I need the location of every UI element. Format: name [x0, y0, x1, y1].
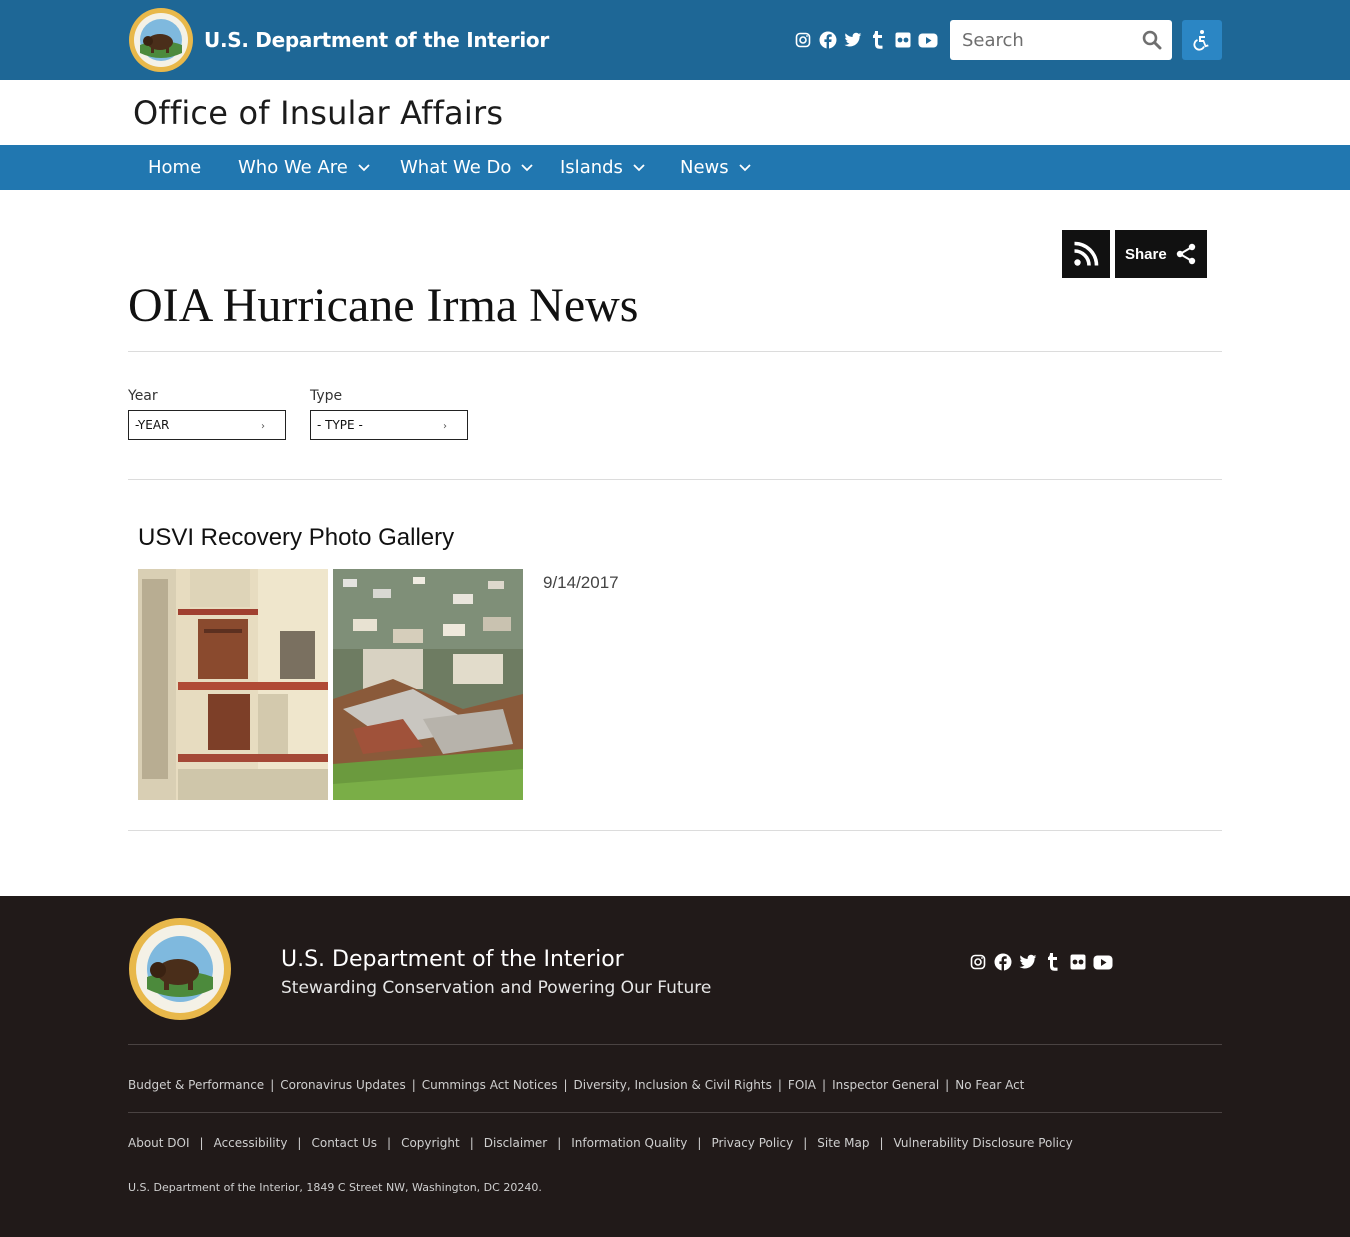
doi-seal-logo-footer[interactable] [128, 917, 232, 1021]
nav-item-who-we-are[interactable]: Who We Are [238, 145, 370, 190]
accessibility-icon [1191, 29, 1213, 51]
footer-link-site-map[interactable]: Site Map [817, 1136, 869, 1150]
footer-link-inspector-general[interactable]: Inspector General [832, 1078, 939, 1092]
footer-link-cummings-act[interactable]: Cummings Act Notices [422, 1078, 558, 1092]
instagram-icon[interactable] [967, 951, 989, 973]
separator: | [297, 1136, 302, 1150]
chevron-down-icon [633, 163, 645, 172]
news-item-title-link[interactable]: USVI Recovery Photo Gallery [138, 524, 454, 552]
nav-item-label: News [680, 157, 729, 178]
rss-button[interactable] [1062, 230, 1110, 278]
divider [128, 479, 1222, 480]
twitter-icon[interactable] [842, 29, 864, 51]
footer-links-primary: Budget & Performance | Coronavirus Updat… [128, 1078, 1024, 1092]
footer-tagline: Stewarding Conservation and Powering Our… [281, 978, 712, 998]
footer-link-information-quality[interactable]: Information Quality [571, 1136, 687, 1150]
nav-item-label: What We Do [400, 157, 512, 178]
footer-link-privacy-policy[interactable]: Privacy Policy [711, 1136, 793, 1150]
share-icon [1175, 243, 1197, 265]
footer-address: U.S. Department of the Interior, 1849 C … [128, 1181, 542, 1194]
separator: | [879, 1136, 884, 1150]
search-icon[interactable] [1140, 28, 1164, 52]
flickr-icon[interactable] [1067, 951, 1089, 973]
doi-seal-logo[interactable] [128, 7, 194, 73]
separator: | [469, 1136, 474, 1150]
youtube-icon[interactable] [917, 29, 939, 51]
footer-agency-name[interactable]: U.S. Department of the Interior [281, 947, 624, 972]
flickr-icon[interactable] [892, 29, 914, 51]
footer-link-vulnerability-disclosure[interactable]: Vulnerability Disclosure Policy [894, 1136, 1073, 1150]
facebook-icon[interactable] [992, 951, 1014, 973]
top-header-bar: U.S. Department of the Interior [0, 0, 1350, 80]
type-filter-label: Type [310, 388, 343, 404]
news-photo-hillside-debris[interactable] [333, 569, 523, 800]
footer-link-disclaimer[interactable]: Disclaimer [484, 1136, 547, 1150]
footer-divider [128, 1112, 1222, 1113]
type-select[interactable]: - TYPE - › [310, 410, 468, 440]
news-photo-building-damage[interactable] [138, 569, 328, 800]
twitter-icon[interactable] [1017, 951, 1039, 973]
share-button[interactable]: Share [1115, 230, 1207, 278]
separator: | [777, 1078, 782, 1092]
search-input[interactable] [950, 20, 1136, 60]
footer-links-secondary: About DOI | Accessibility | Contact Us |… [128, 1136, 1073, 1150]
footer-divider [128, 1044, 1222, 1045]
tumblr-icon[interactable] [867, 29, 889, 51]
search-box [950, 20, 1172, 60]
divider [128, 830, 1222, 831]
nav-item-news[interactable]: News [680, 145, 751, 190]
footer-social-links [967, 951, 1117, 973]
nav-item-label: Who We Are [238, 157, 348, 178]
accessibility-button[interactable] [1182, 20, 1222, 60]
year-select[interactable]: -YEAR › [128, 410, 286, 440]
news-item-date: 9/14/2017 [543, 573, 619, 592]
nav-item-label: Home [148, 157, 202, 178]
separator: | [563, 1078, 568, 1092]
separator: | [270, 1078, 275, 1092]
separator: | [387, 1136, 392, 1150]
share-label: Share [1125, 245, 1167, 263]
separator: | [803, 1136, 808, 1150]
footer-link-budget[interactable]: Budget & Performance [128, 1078, 264, 1092]
agency-name[interactable]: U.S. Department of the Interior [204, 28, 549, 52]
instagram-icon[interactable] [792, 29, 814, 51]
chevron-down-icon [521, 163, 534, 172]
type-select-value: - TYPE - [317, 418, 363, 432]
main-navigation: Home Who We Are What We Do Islands News [0, 145, 1350, 190]
header-social-links [792, 29, 942, 51]
rss-icon [1073, 241, 1099, 267]
footer-link-copyright[interactable]: Copyright [401, 1136, 460, 1150]
separator: | [199, 1136, 204, 1150]
chevron-down-icon [358, 163, 370, 172]
footer-link-accessibility[interactable]: Accessibility [214, 1136, 288, 1150]
chevron-down-icon: › [261, 421, 265, 432]
office-title-bar: Office of Insular Affairs [0, 80, 1350, 145]
tumblr-icon[interactable] [1042, 951, 1064, 973]
separator: | [945, 1078, 950, 1092]
office-title[interactable]: Office of Insular Affairs [133, 94, 503, 132]
separator: | [822, 1078, 827, 1092]
chevron-down-icon: › [443, 421, 447, 432]
separator: | [411, 1078, 416, 1092]
footer-link-no-fear-act[interactable]: No Fear Act [955, 1078, 1024, 1092]
footer-link-contact-us[interactable]: Contact Us [311, 1136, 377, 1150]
nav-item-home[interactable]: Home [148, 145, 201, 190]
nav-item-islands[interactable]: Islands [560, 145, 645, 190]
nav-item-what-we-do[interactable]: What We Do [400, 145, 534, 190]
separator: | [557, 1136, 562, 1150]
footer-link-foia[interactable]: FOIA [788, 1078, 816, 1092]
divider [128, 351, 1222, 352]
year-select-value: -YEAR [135, 418, 170, 432]
footer-link-diversity[interactable]: Diversity, Inclusion & Civil Rights [574, 1078, 772, 1092]
separator: | [697, 1136, 702, 1150]
footer-link-about-doi[interactable]: About DOI [128, 1136, 190, 1150]
facebook-icon[interactable] [817, 29, 839, 51]
nav-item-label: Islands [560, 157, 623, 178]
chevron-down-icon [739, 163, 751, 172]
youtube-icon[interactable] [1092, 951, 1114, 973]
footer-link-coronavirus[interactable]: Coronavirus Updates [280, 1078, 405, 1092]
page-title: OIA Hurricane Irma News [128, 279, 639, 332]
year-filter-label: Year [128, 388, 158, 404]
